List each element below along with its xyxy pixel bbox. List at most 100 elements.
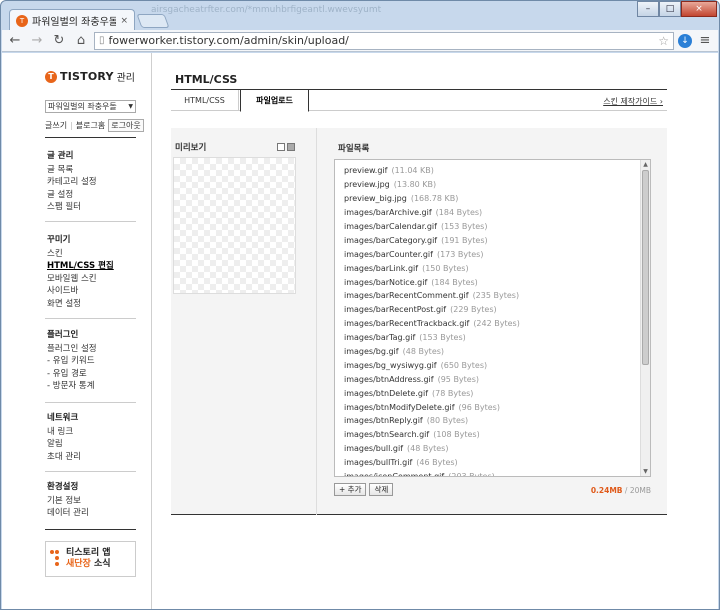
blog-home-link[interactable]: 블로그홈	[76, 120, 105, 131]
file-row[interactable]: images/bullTri.gif (46 Bytes)	[344, 456, 634, 470]
logout-button[interactable]: 로그아웃	[108, 119, 144, 132]
tistory-logo[interactable]: T TISTORY 관리	[45, 69, 135, 84]
file-size: (235 Bytes)	[472, 291, 520, 301]
menu-item-category[interactable]: 카테고리 설정	[47, 176, 97, 189]
admin-sidebar: T TISTORY 관리 파워일벌의 좌충우돌 ▼ 글쓰기 | 블로그홈 로그아…	[2, 53, 152, 609]
menu-head-plugins: 플러그인	[47, 330, 79, 340]
delete-file-button[interactable]: 삭제	[369, 483, 394, 496]
file-size: (46 Bytes)	[416, 458, 458, 468]
file-list-box[interactable]: preview.gif (11.04 KB) preview.jpg (13.80 K…	[334, 159, 651, 477]
file-row[interactable]: images/btnReply.gif (80 Bytes)	[344, 414, 634, 428]
tistory-favicon-icon: T	[16, 14, 28, 27]
menu-item-skin[interactable]: 스킨	[47, 248, 114, 261]
menu-item-sidebar[interactable]: 사이드바	[47, 285, 114, 298]
close-window-button[interactable]: ×	[681, 1, 717, 17]
menu-item-basic-info[interactable]: 기본 정보	[47, 495, 89, 508]
white-bg-toggle[interactable]	[277, 143, 285, 151]
tab-strip: T 파워일벌의 좌충우돌 일상 × airsgacheatrfter.com/*…	[1, 1, 720, 31]
file-size: (184 Bytes)	[431, 277, 478, 287]
file-list-scrollbar[interactable]: ▲ ▼	[640, 160, 650, 476]
file-row[interactable]: images/barArchive.gif (184 Bytes)	[344, 206, 634, 220]
quota-used: 0.24MB	[590, 486, 623, 495]
file-name: preview.jpg	[344, 180, 390, 190]
file-row[interactable]: images/barNotice.gif (184 Bytes)	[344, 275, 634, 289]
menu-item-inflow-paths[interactable]: - 유입 경로	[47, 368, 97, 381]
menu-section-posts: 글 관리 글 목록 카테고리 설정 글 설정 스팸 필터	[47, 150, 97, 214]
file-row[interactable]: preview.gif (11.04 KB)	[344, 164, 634, 178]
maximize-button[interactable]: □	[659, 1, 681, 17]
file-panel: 파일목록 preview.gif (11.04 KB) preview.jpg (13…	[317, 128, 667, 515]
window-controls: – □ ×	[637, 1, 717, 17]
skin-guide-link[interactable]: 스킨 제작가이드 ›	[603, 96, 663, 107]
file-name: images/barCounter.gif	[344, 249, 433, 259]
upload-content: 미리보기 파일목록 preview.gif (11.04 KB) preview.j…	[171, 128, 667, 515]
reload-icon[interactable]: ↻	[50, 32, 68, 50]
menu-item-html-css[interactable]: HTML/CSS 편집	[47, 260, 114, 273]
menu-item-data-management[interactable]: 데이터 관리	[47, 507, 89, 520]
menu-item-mobile-skin[interactable]: 모바일웹 스킨	[47, 273, 114, 286]
menu-item-inflow-keywords[interactable]: - 유입 키워드	[47, 355, 97, 368]
address-bar[interactable]: ▯ ☆	[94, 31, 674, 50]
file-row[interactable]: images/barCounter.gif (173 Bytes)	[344, 247, 634, 261]
menu-item-screen-settings[interactable]: 화면 설정	[47, 298, 114, 311]
gray-bg-toggle[interactable]	[287, 143, 295, 151]
editor-tabs: HTML/CSS 파일업로드 스킨 제작가이드 ›	[171, 90, 667, 112]
file-row[interactable]: images/barCategory.gif (191 Bytes)	[344, 233, 634, 247]
back-arrow-icon[interactable]: ←	[6, 32, 24, 50]
file-row[interactable]: images/barRecentTrackback.gif (242 Bytes)	[344, 317, 634, 331]
extension-icon[interactable]: ↓	[678, 33, 692, 48]
file-row[interactable]: images/btnModifyDelete.gif (96 Bytes)	[344, 400, 634, 414]
tab-file-upload[interactable]: 파일업로드	[240, 90, 309, 112]
home-icon[interactable]: ⌂	[72, 32, 90, 50]
new-tab-button[interactable]	[136, 14, 170, 28]
forward-arrow-icon[interactable]: →	[28, 32, 46, 50]
minimize-button[interactable]: –	[637, 1, 659, 17]
url-input[interactable]	[108, 34, 655, 47]
browser-tab[interactable]: T 파워일벌의 좌충우돌 일상 ×	[9, 9, 135, 31]
scroll-up-icon[interactable]: ▲	[641, 160, 650, 169]
file-size: (184 Bytes)	[435, 208, 483, 218]
file-row[interactable]: images/iconComment.gif (203 Bytes)	[344, 470, 634, 476]
scroll-down-icon[interactable]: ▼	[641, 467, 650, 476]
preview-canvas	[173, 157, 296, 294]
menu-item-spam-filter[interactable]: 스팸 필터	[47, 201, 97, 214]
file-row[interactable]: images/barTag.gif (153 Bytes)	[344, 331, 634, 345]
file-row[interactable]: preview.jpg (13.80 KB)	[344, 178, 634, 192]
file-name: images/barCategory.gif	[344, 235, 438, 245]
add-file-button[interactable]: + 추가	[334, 483, 367, 496]
menu-item-my-links[interactable]: 내 링크	[47, 426, 81, 439]
file-name: images/barRecentComment.gif	[344, 291, 469, 301]
divider	[45, 402, 136, 403]
file-row[interactable]: images/btnAddress.gif (95 Bytes)	[344, 372, 634, 386]
menu-icon[interactable]: ≡	[696, 32, 714, 50]
write-link[interactable]: 글쓰기	[45, 120, 67, 131]
file-row[interactable]: images/bg.gif (48 Bytes)	[344, 345, 634, 359]
file-name: images/barTag.gif	[344, 333, 416, 343]
file-row[interactable]: images/btnSearch.gif (108 Bytes)	[344, 428, 634, 442]
menu-item-post-list[interactable]: 글 목록	[47, 164, 97, 177]
file-name: images/btnAddress.gif	[344, 374, 434, 384]
menu-item-invite[interactable]: 초대 관리	[47, 451, 81, 464]
file-row[interactable]: images/barRecentComment.gif (235 Bytes)	[344, 289, 634, 303]
menu-item-visitor-stats[interactable]: - 방문자 통계	[47, 380, 97, 393]
file-row[interactable]: images/barLink.gif (150 Bytes)	[344, 261, 634, 275]
file-size: (11.04 KB)	[391, 166, 434, 176]
app-promo-banner[interactable]: 티스토리 앱 새단장 소식	[45, 541, 136, 577]
menu-item-plugin-settings[interactable]: 플러그인 설정	[47, 343, 97, 356]
star-icon[interactable]: ☆	[658, 34, 669, 48]
file-row[interactable]: preview_big.jpg (168.78 KB)	[344, 192, 634, 206]
menu-item-post-settings[interactable]: 글 설정	[47, 189, 97, 202]
tab-html-css[interactable]: HTML/CSS	[171, 90, 239, 111]
tab-close-icon[interactable]: ×	[120, 16, 128, 26]
file-row[interactable]: images/btnDelete.gif (78 Bytes)	[344, 386, 634, 400]
file-row[interactable]: images/barCalendar.gif (153 Bytes)	[344, 220, 634, 234]
file-row[interactable]: images/bull.gif (48 Bytes)	[344, 442, 634, 456]
file-row[interactable]: images/barRecentPost.gif (229 Bytes)	[344, 303, 634, 317]
scroll-thumb[interactable]	[642, 170, 649, 365]
blog-select[interactable]: 파워일벌의 좌충우돌 ▼	[45, 100, 136, 113]
file-size: (153 Bytes)	[419, 333, 466, 343]
menu-item-notifications[interactable]: 알림	[47, 438, 81, 451]
menu-head-posts: 글 관리	[47, 151, 74, 161]
file-name: images/btnDelete.gif	[344, 388, 429, 398]
file-row[interactable]: images/bg_wysiwyg.gif (650 Bytes)	[344, 358, 634, 372]
